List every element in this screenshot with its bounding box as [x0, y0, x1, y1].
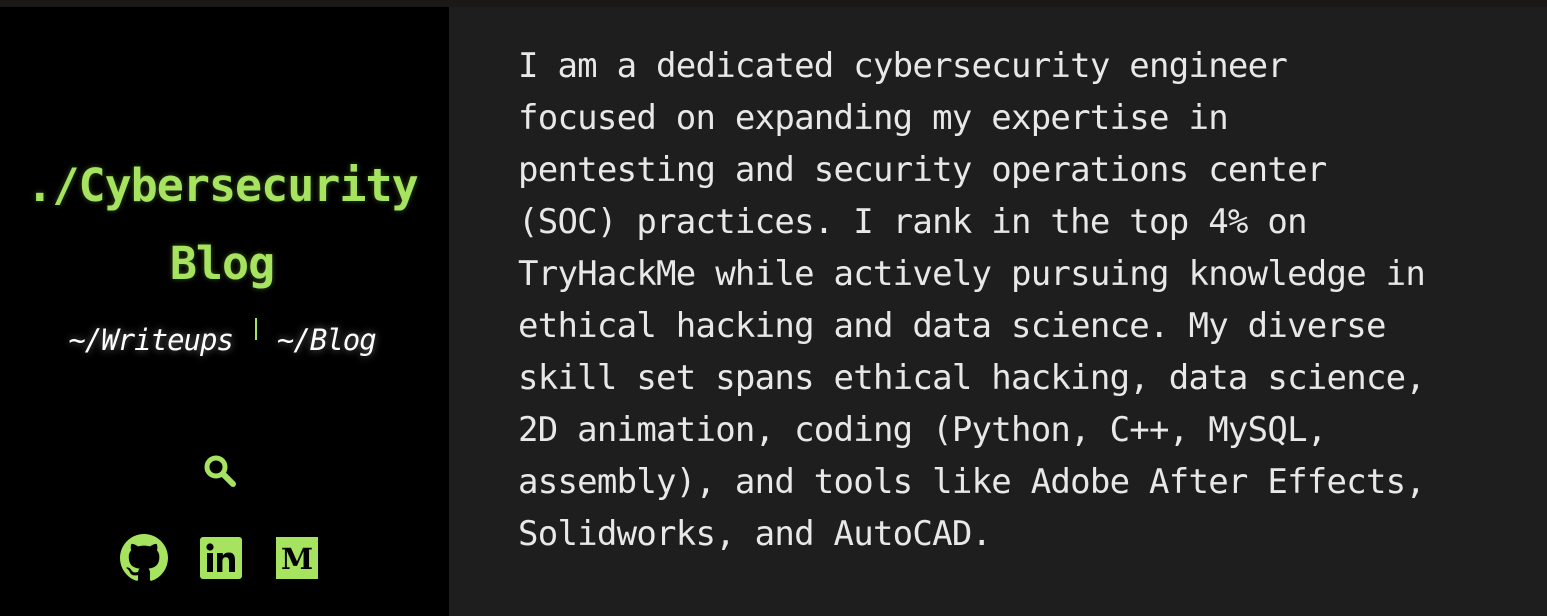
medium-icon[interactable]: M	[276, 537, 324, 585]
social-links: M	[120, 534, 330, 586]
search-icon[interactable]	[202, 453, 238, 489]
svg-text:M: M	[281, 542, 313, 576]
nav-link-writeups[interactable]: ~/Writeups	[68, 323, 234, 357]
nav-separator	[254, 318, 257, 340]
site-title-line-2[interactable]: Blog	[0, 225, 444, 303]
sidebar: ./Cybersecurity Blog ~/Writeups ~/Blog M	[0, 7, 449, 616]
site-title-line-1[interactable]: ./Cybersecurity	[0, 147, 444, 225]
nav-link-blog[interactable]: ~/Blog	[277, 323, 377, 357]
about-paragraph: I am a dedicated cybersecurity engineer …	[518, 46, 1426, 554]
github-icon[interactable]	[120, 534, 168, 582]
top-bar	[0, 0, 1547, 7]
site-title[interactable]: ./Cybersecurity Blog	[0, 147, 444, 303]
sidebar-nav: ~/Writeups ~/Blog	[0, 318, 444, 360]
linkedin-icon[interactable]	[200, 537, 248, 585]
